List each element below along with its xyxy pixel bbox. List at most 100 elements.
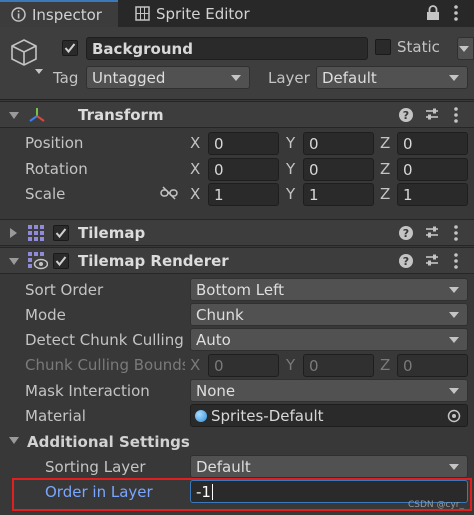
y-axis-label: Y [286,134,296,152]
foldout-arrow-icon[interactable] [9,112,19,119]
foldout-arrow-icon[interactable] [9,437,19,444]
rotation-y-field[interactable]: 0 [303,158,374,181]
static-label: Static [397,38,440,56]
tilemap-renderer-enabled-checkbox[interactable] [53,253,69,269]
presets-icon[interactable] [425,225,439,243]
object-name-value: Background [92,39,193,58]
scale-y-value: 1 [309,185,319,204]
scale-x-value: 1 [214,185,224,204]
position-z-field[interactable]: 0 [397,132,468,155]
object-picker-icon[interactable] [447,409,461,426]
mode-dropdown[interactable]: Chunk [190,303,468,326]
material-value: Sprites-Default [211,406,324,425]
mode-value: Chunk [196,305,244,324]
chevron-down-icon [449,387,459,394]
chunk-culling-bounds-x-field: 0 [208,354,279,377]
component-menu-icon[interactable] [453,106,459,128]
transform-header[interactable]: Transform ? [0,101,474,128]
tilemap-renderer-icon [28,252,49,274]
tilemap-icon [28,225,44,245]
component-menu-icon[interactable] [453,224,459,246]
rotation-z-field[interactable]: 0 [397,158,468,181]
rotation-y-value: 0 [309,160,319,179]
x-axis-label: X [190,134,201,152]
help-icon[interactable]: ? [399,254,413,268]
tab-sprite-editor[interactable]: Sprite Editor [124,0,274,27]
chevron-down-icon [449,286,459,293]
position-y-value: 0 [309,134,319,153]
mask-interaction-label: Mask Interaction [25,382,150,400]
sorting-layer-label: Sorting Layer [45,458,146,476]
chunk-culling-bounds-y-field: 0 [303,354,374,377]
scale-y-field[interactable]: 1 [303,183,374,206]
presets-icon[interactable] [425,107,439,125]
sort-order-dropdown[interactable]: Bottom Left [190,278,468,301]
annotation-highlight-box [12,478,472,511]
sprite-editor-icon [134,6,150,22]
chunk-culling-bounds-z-value: 0 [403,356,413,375]
chunk-culling-bounds-x-value: 0 [214,356,224,375]
tilemap-header[interactable]: Tilemap ? [0,219,474,246]
position-z-value: 0 [403,134,413,153]
constrain-proportions-icon[interactable] [160,186,178,204]
y-axis-label: Y [286,160,296,178]
scale-x-field[interactable]: 1 [208,183,279,206]
position-x-value: 0 [214,134,224,153]
position-y-field[interactable]: 0 [303,132,374,155]
chevron-down-icon [449,336,459,343]
mask-interaction-dropdown[interactable]: None [190,379,468,402]
tab-inspector[interactable]: Inspector [0,0,118,27]
rotation-label: Rotation [25,160,88,178]
active-checkbox[interactable] [62,40,78,56]
tilemap-enabled-checkbox[interactable] [53,225,69,241]
static-dropdown[interactable] [457,37,474,60]
rotation-z-value: 0 [403,160,413,179]
sorting-layer-dropdown[interactable]: Default [190,455,468,478]
tag-dropdown[interactable]: Untagged [86,66,250,89]
material-object-field[interactable]: Sprites-Default [190,404,468,427]
detect-chunk-culling-dropdown[interactable]: Auto [190,328,468,351]
z-axis-label: Z [380,160,391,178]
presets-icon[interactable] [425,253,439,271]
more-options-icon[interactable] [453,4,459,26]
x-axis-label: X [190,356,201,374]
mask-interaction-value: None [196,381,236,400]
transform-body: Position X 0 Y 0 Z 0 Rotation X 0 Y 0 Z … [0,129,474,218]
y-axis-label: Y [286,356,296,374]
sorting-layer-value: Default [196,457,251,476]
rotation-x-field[interactable]: 0 [208,158,279,181]
mode-label: Mode [25,306,66,324]
material-label: Material [25,407,86,425]
chevron-down-icon [231,74,241,81]
tab-bar: Inspector Sprite Editor [0,0,474,27]
y-axis-label: Y [286,185,296,203]
chevron-down-icon [449,311,459,318]
object-name-field[interactable]: Background [86,37,368,60]
position-label: Position [25,134,84,152]
z-axis-label: Z [380,356,391,374]
lock-icon[interactable] [426,5,440,25]
foldout-arrow-icon[interactable] [9,258,19,265]
tilemap-renderer-header[interactable]: Tilemap Renderer ? [0,247,474,274]
scale-z-field[interactable]: 1 [397,183,468,206]
tag-value: Untagged [92,68,166,87]
gameobject-cube-icon [10,37,44,79]
layer-label: Layer [268,69,310,87]
chunk-culling-bounds-label: Chunk Culling Bounds [25,356,185,374]
additional-settings-label[interactable]: Additional Settings [27,433,190,451]
foldout-arrow-icon[interactable] [10,228,17,238]
tab-sprite-editor-label: Sprite Editor [156,4,250,23]
sort-order-label: Sort Order [25,281,104,299]
help-icon[interactable]: ? [399,226,413,240]
tilemap-title: Tilemap [78,224,146,242]
static-checkbox[interactable] [375,39,391,55]
detect-chunk-culling-label: Detect Chunk Culling [25,331,184,349]
chevron-down-icon [449,74,459,81]
position-x-field[interactable]: 0 [208,132,279,155]
component-menu-icon[interactable] [453,252,459,274]
layer-dropdown[interactable]: Default [316,66,468,89]
chunk-culling-bounds-z-field: 0 [397,354,468,377]
tilemap-renderer-title: Tilemap Renderer [78,252,229,270]
x-axis-label: X [190,185,201,203]
help-icon[interactable]: ? [399,108,413,122]
